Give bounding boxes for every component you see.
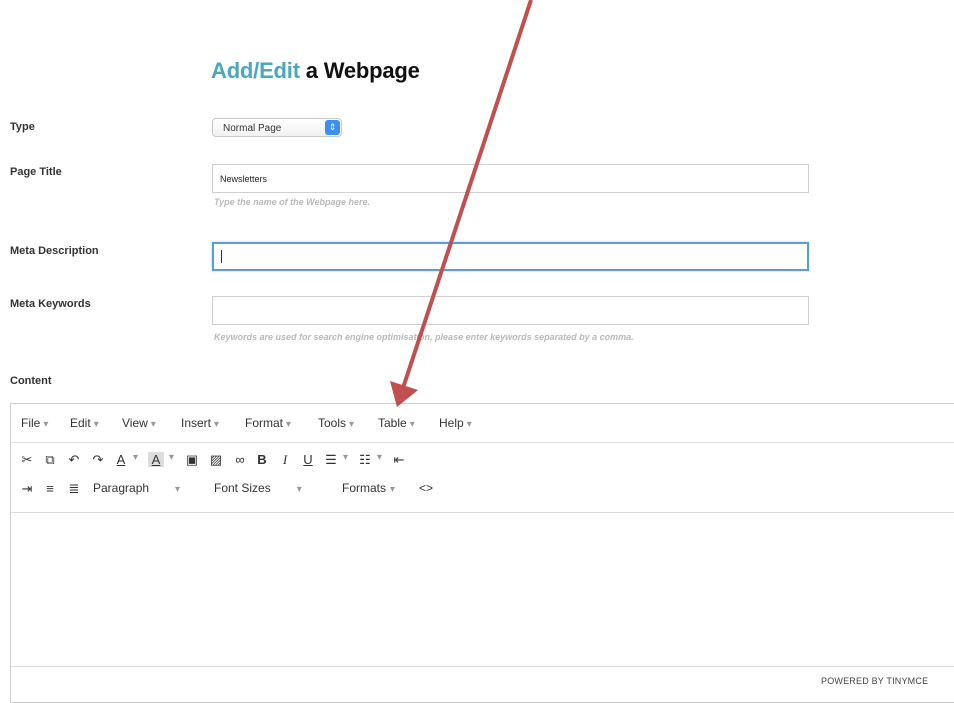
menu-edit[interactable]: Edit ▾ <box>70 416 99 430</box>
annotation-arrow-shaft <box>401 0 533 389</box>
type-select[interactable]: Normal Page ⇕ <box>212 118 342 137</box>
media-icon[interactable]: ▣ <box>184 452 200 468</box>
meta-keywords-label: Meta Keywords <box>10 298 91 310</box>
bullet-list-icon[interactable]: ☰ <box>323 452 339 468</box>
chevron-down-icon: ▾ <box>466 419 472 430</box>
chevron-down-icon[interactable]: ▾ <box>169 452 174 463</box>
toolbar-divider <box>11 512 954 513</box>
chevron-down-icon[interactable]: ▾ <box>377 452 382 463</box>
chevron-down-icon: ▾ <box>175 484 181 495</box>
indent-icon[interactable]: ⇥ <box>19 481 35 497</box>
page-title-input-value: Newsletters <box>220 174 268 184</box>
chevron-down-icon[interactable]: ▾ <box>133 452 138 463</box>
editor-content-area[interactable] <box>11 514 954 666</box>
powered-by-label: POWERED BY TINYMCE <box>821 676 929 686</box>
chevron-down-icon: ▾ <box>349 419 355 430</box>
page-title-accent: Add/Edit <box>211 58 300 83</box>
menu-file[interactable]: File ▾ <box>21 416 48 430</box>
chevron-down-icon[interactable]: ▾ <box>343 452 348 463</box>
cut-icon[interactable]: ✂ <box>19 452 35 468</box>
editor-status-bar: POWERED BY TINYMCE <box>11 666 954 697</box>
page-title-input[interactable]: Newsletters <box>212 164 809 193</box>
font-sizes-dropdown[interactable]: Font Sizes ▾ <box>214 481 302 495</box>
content-label: Content <box>10 375 52 387</box>
menu-table[interactable]: Table ▾ <box>378 416 415 430</box>
page-title-label: Page Title <box>10 166 62 178</box>
source-code-icon[interactable]: <> <box>419 481 433 495</box>
background-color-icon[interactable]: A <box>148 452 164 467</box>
editor-menubar: File ▾ Edit ▾ View ▾ Insert ▾ Format ▾ Tools ▾… <box>11 404 954 443</box>
type-select-value: Normal Page <box>223 123 282 134</box>
text-cursor <box>221 250 222 263</box>
chevron-down-icon: ▾ <box>43 419 49 430</box>
rich-text-editor: File ▾ Edit ▾ View ▾ Insert ▾ Format ▾ Tools ▾… <box>10 403 954 703</box>
page-title: Add/Edit a Webpage <box>211 58 420 84</box>
menu-view[interactable]: View ▾ <box>122 416 156 430</box>
numbered-list-icon[interactable]: ☷ <box>357 452 373 468</box>
chevron-down-icon: ▾ <box>93 419 99 430</box>
align-left-icon[interactable]: ≡ <box>42 481 58 496</box>
link-icon[interactable]: ∞ <box>232 452 248 467</box>
chevron-down-icon: ▾ <box>296 484 302 495</box>
copy-icon[interactable]: ⧉ <box>42 452 58 468</box>
page-title-hint: Type the name of the Webpage here. <box>214 197 371 207</box>
undo-icon[interactable]: ↶ <box>66 452 82 468</box>
meta-keywords-hint: Keywords are used for search engine opti… <box>214 332 634 342</box>
formats-dropdown[interactable]: Formats ▾ <box>342 481 395 495</box>
outdent-icon[interactable]: ⇤ <box>391 452 407 468</box>
chevron-down-icon: ▾ <box>214 419 220 430</box>
align-center-icon[interactable]: ≣ <box>66 481 82 497</box>
chevron-down-icon: ▾ <box>390 484 396 495</box>
chevron-down-icon: ▾ <box>286 419 292 430</box>
type-label: Type <box>10 121 35 133</box>
redo-icon[interactable]: ↷ <box>90 452 106 468</box>
meta-keywords-input[interactable] <box>212 296 809 325</box>
meta-description-label: Meta Description <box>10 245 99 257</box>
bold-icon[interactable]: B <box>254 452 270 467</box>
chevron-down-icon: ▾ <box>150 419 156 430</box>
page-title-rest: a Webpage <box>305 58 420 83</box>
paragraph-dropdown[interactable]: Paragraph ▾ <box>93 481 180 495</box>
menu-insert[interactable]: Insert ▾ <box>181 416 219 430</box>
editor-toolbar-2: ⇥ ≡ ≣ Paragraph ▾ Font Sizes ▾ Formats ▾ <> <box>11 473 954 503</box>
image-icon[interactable]: ▨ <box>208 452 224 468</box>
editor-toolbar-1: ✂ ⧉ ↶ ↷ A ▾ A ▾ ▣ ▨ ∞ B I U ☰ ▾ ☷ ▾ ⇤ <box>11 444 954 474</box>
underline-icon[interactable]: U <box>300 452 316 467</box>
chevron-down-icon: ▾ <box>409 419 415 430</box>
menu-help[interactable]: Help ▾ <box>439 416 472 430</box>
menu-tools[interactable]: Tools ▾ <box>318 416 354 430</box>
select-arrows-icon: ⇕ <box>325 120 340 135</box>
meta-description-input[interactable] <box>212 242 809 271</box>
text-color-icon[interactable]: A <box>113 452 129 467</box>
menu-format[interactable]: Format ▾ <box>245 416 291 430</box>
italic-icon[interactable]: I <box>277 452 293 468</box>
